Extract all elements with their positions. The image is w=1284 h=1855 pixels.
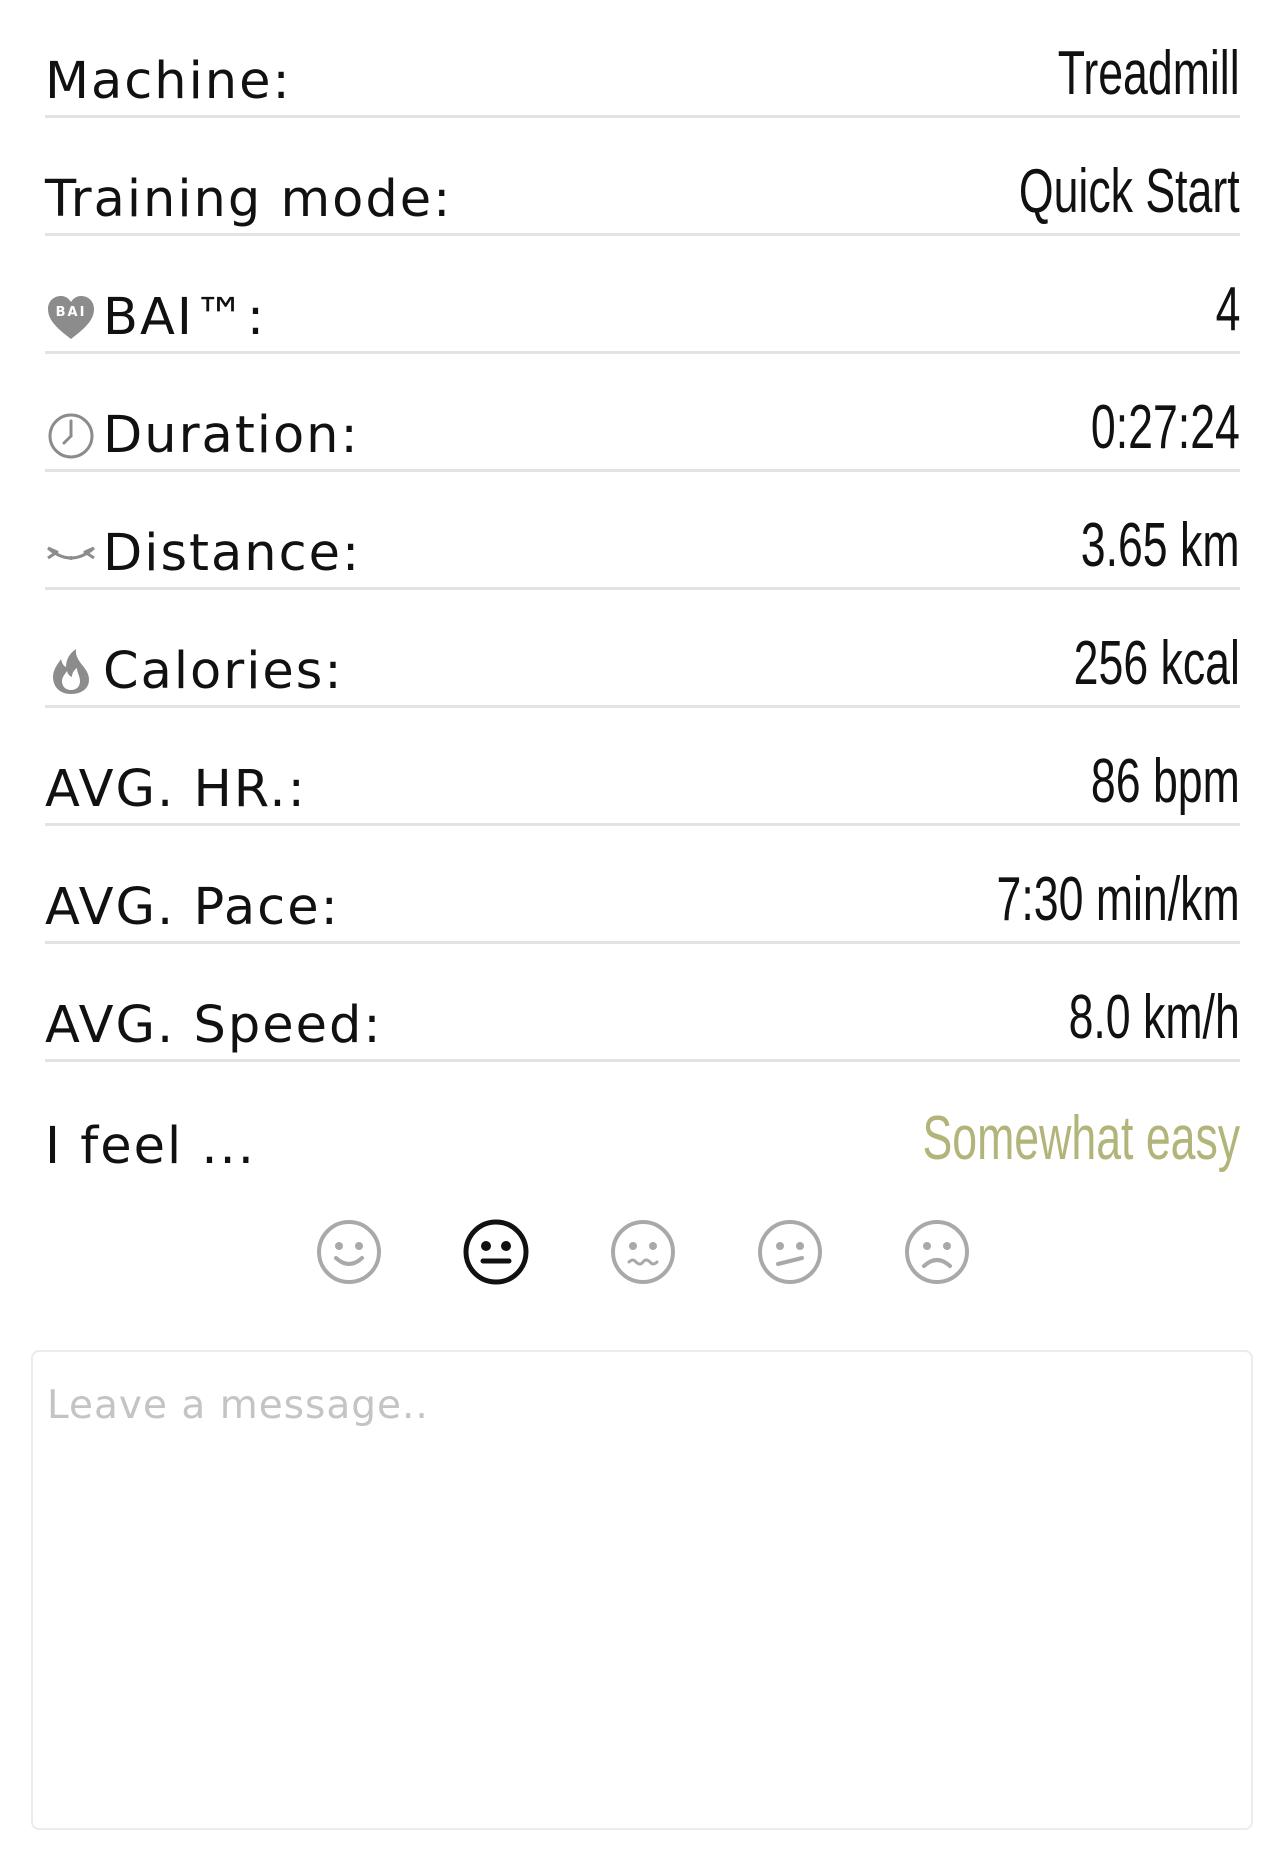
distance-icon [45, 528, 97, 580]
distance-label: Distance: [103, 524, 362, 583]
feeling-value: Somewhat easy [922, 1104, 1240, 1173]
bai-row: BAI BAI™: 4 [45, 236, 1240, 354]
clock-icon [45, 410, 97, 462]
avg-hr-value: 86 bpm [1091, 747, 1240, 816]
duration-label: Duration: [103, 406, 360, 465]
calories-row: Calories: 256 kcal [45, 590, 1240, 708]
avg-speed-value: 8.0 km/h [1068, 983, 1240, 1052]
svg-text:BAI: BAI [56, 305, 87, 320]
avg-speed-label: AVG. Speed: [45, 996, 383, 1055]
machine-row: Machine: Treadmill [45, 0, 1240, 118]
machine-label: Machine: [45, 52, 292, 111]
avg-hr-label: AVG. HR.: [45, 760, 307, 819]
avg-pace-value: 7:30 min/km [996, 865, 1240, 934]
training-mode-label: Training mode: [45, 170, 453, 229]
feeling-row: I feel ... Somewhat easy [45, 1062, 1240, 1180]
duration-row: Duration: 0:27:24 [45, 354, 1240, 472]
distance-value: 3.65 km [1081, 511, 1240, 580]
avg-pace-label: AVG. Pace: [45, 878, 340, 937]
training-mode-row: Training mode: Quick Start [45, 118, 1240, 236]
distance-row: Distance: 3.65 km [45, 472, 1240, 590]
message-input[interactable] [31, 1350, 1253, 1830]
feeling-selector [0, 1218, 1284, 1288]
face-somewhat-hard-icon[interactable] [756, 1218, 824, 1286]
machine-value: Treadmill [1058, 39, 1240, 108]
flame-icon [45, 646, 97, 698]
bai-label: BAI™: [103, 288, 267, 347]
face-very-easy-icon[interactable] [315, 1218, 383, 1286]
workout-summary: Machine: Treadmill Training mode: Quick … [45, 0, 1240, 1180]
face-somewhat-easy-icon[interactable] [462, 1218, 530, 1286]
duration-value: 0:27:24 [1091, 393, 1240, 462]
feeling-label: I feel ... [45, 1117, 256, 1176]
training-mode-value: Quick Start [1019, 157, 1240, 226]
face-moderate-icon[interactable] [609, 1218, 677, 1286]
bai-value: 4 [1215, 275, 1240, 344]
face-very-hard-icon[interactable] [903, 1218, 971, 1286]
avg-hr-row: AVG. HR.: 86 bpm [45, 708, 1240, 826]
calories-value: 256 kcal [1073, 629, 1240, 698]
calories-label: Calories: [103, 642, 344, 701]
avg-pace-row: AVG. Pace: 7:30 min/km [45, 826, 1240, 944]
avg-speed-row: AVG. Speed: 8.0 km/h [45, 944, 1240, 1062]
bai-heart-icon: BAI [45, 292, 97, 344]
